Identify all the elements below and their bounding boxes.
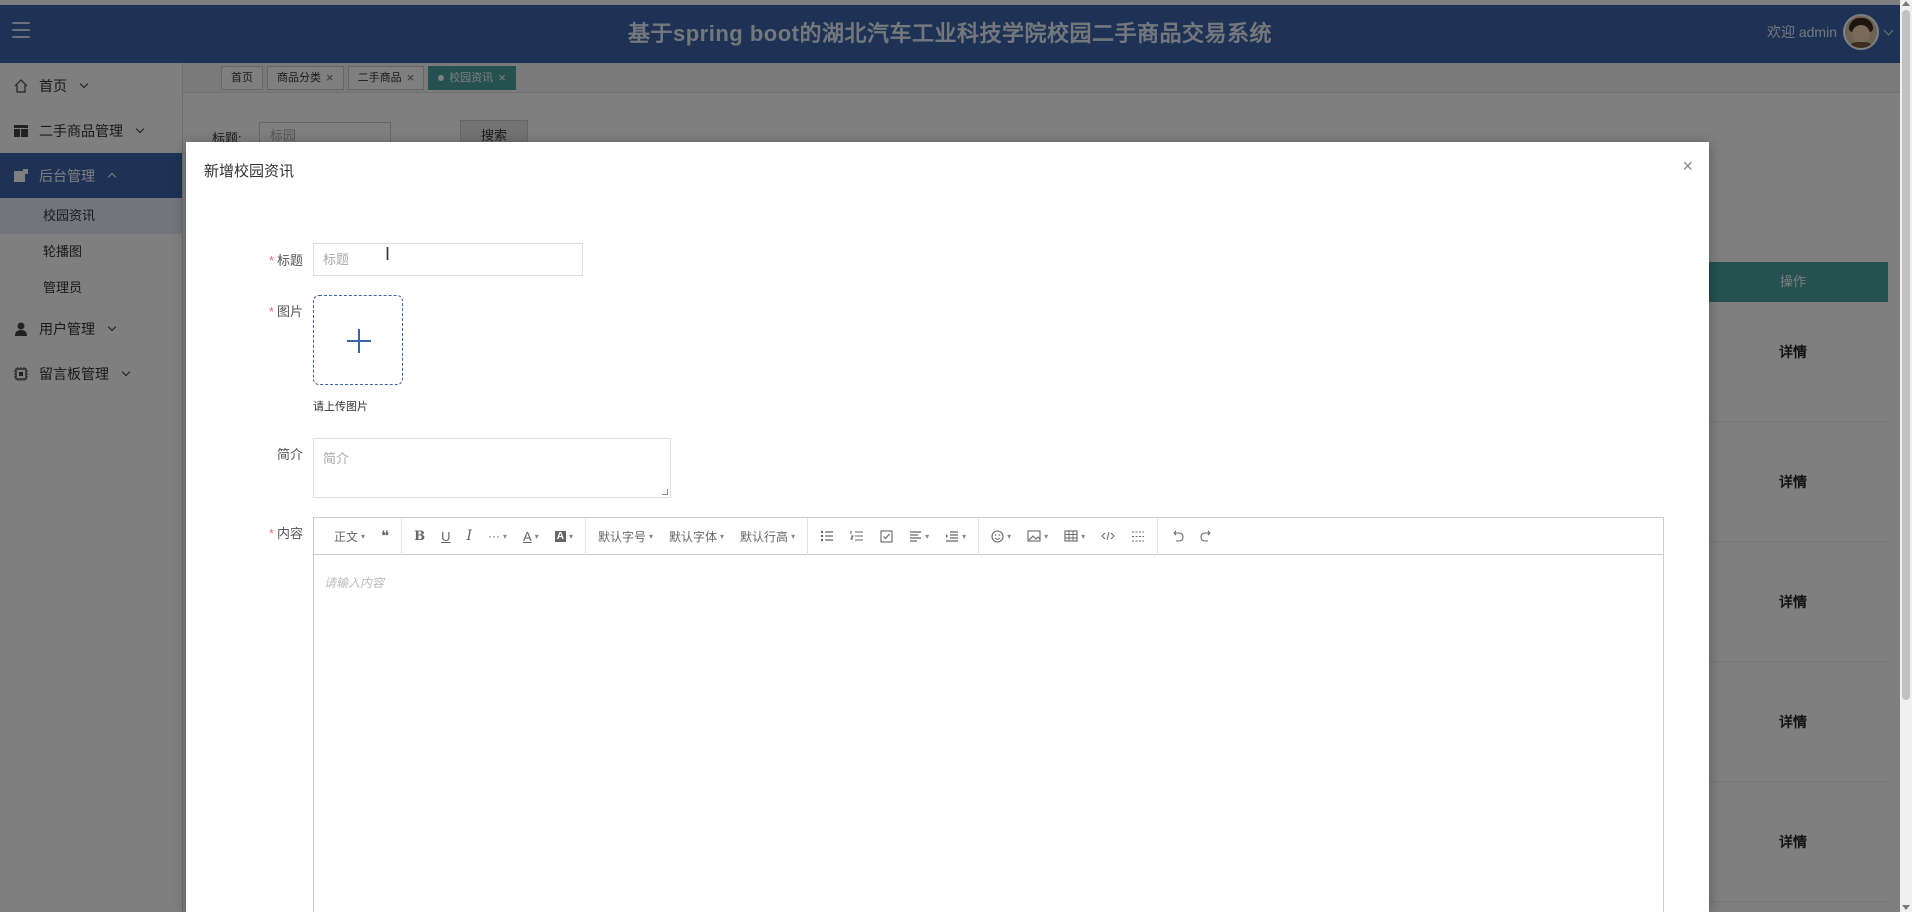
add-news-dialog: 新增校园资讯 × * 标题 标题 I * 图片 请上传图片 简介 简介 * 内容 正文… xyxy=(186,142,1709,912)
table-icon xyxy=(1064,530,1078,542)
title-input[interactable]: 标题 xyxy=(313,243,583,276)
indent-button[interactable]: ▾ xyxy=(937,518,974,555)
font-color-icon: A xyxy=(523,528,532,544)
required-mark: * xyxy=(268,526,274,541)
content-label: * 内容 xyxy=(203,523,303,542)
numbered-list-button[interactable] xyxy=(842,518,872,555)
title-label: * 标题 xyxy=(203,250,303,269)
label-text: 图片 xyxy=(276,304,303,319)
required-mark: * xyxy=(268,304,274,319)
textarea-placeholder: 简介 xyxy=(323,451,350,466)
redo-button[interactable] xyxy=(1192,518,1222,555)
align-button[interactable]: ▾ xyxy=(901,518,937,555)
quote-button[interactable]: ❝ xyxy=(373,518,397,555)
quote-icon: ❝ xyxy=(381,528,390,545)
divider-icon xyxy=(1132,531,1145,541)
plus-icon xyxy=(358,329,360,353)
italic-button[interactable]: I xyxy=(459,518,481,555)
rich-text-editor: 正文 ▾ ❝ B U I ··· ▾ A ▾ A ▾ 默认字号 ▾ 默认字体 ▾ 默认行高 ▾… xyxy=(313,517,1664,912)
font-size-select[interactable]: 默认字号 ▾ xyxy=(590,518,661,555)
indent-icon xyxy=(946,530,959,542)
text-cursor-icon: I xyxy=(385,244,391,264)
font-family-select[interactable]: 默认字体 ▾ xyxy=(661,518,732,555)
label-text: 简介 xyxy=(276,447,303,462)
toolbar-label: 默认字体 xyxy=(669,529,718,544)
description-textarea[interactable]: 简介 xyxy=(313,438,671,498)
desc-label: 简介 xyxy=(203,444,303,463)
label-text: 内容 xyxy=(276,526,303,541)
upload-hint: 请上传图片 xyxy=(313,401,368,413)
close-icon[interactable]: × xyxy=(1682,156,1693,177)
redo-icon xyxy=(1200,530,1211,542)
page-scrollbar[interactable] xyxy=(1900,0,1912,912)
scroll-up-arrow-icon[interactable] xyxy=(1902,1,1910,6)
bg-color-icon: A xyxy=(554,530,566,542)
bg-color-button[interactable]: A ▾ xyxy=(547,518,581,555)
image-icon xyxy=(1027,530,1041,542)
italic-icon: I xyxy=(466,528,473,544)
line-height-select[interactable]: 默认行高 ▾ xyxy=(732,518,803,555)
checkbox-icon xyxy=(880,529,893,543)
underline-icon: U xyxy=(441,528,451,544)
emoji-button[interactable]: ▾ xyxy=(983,518,1019,555)
scrollbar-thumb[interactable] xyxy=(1902,10,1910,700)
code-button[interactable] xyxy=(1093,518,1123,555)
undo-button[interactable] xyxy=(1162,518,1192,555)
bold-button[interactable]: B xyxy=(406,518,433,555)
emoji-icon xyxy=(991,529,1004,543)
align-left-icon xyxy=(910,530,922,542)
bold-icon: B xyxy=(414,528,426,544)
paragraph-select[interactable]: 正文 ▾ xyxy=(326,518,373,555)
resize-handle-icon[interactable] xyxy=(662,489,668,495)
table-button[interactable]: ▾ xyxy=(1056,518,1093,555)
required-mark: * xyxy=(268,253,274,268)
font-color-button[interactable]: A ▾ xyxy=(515,518,547,555)
scroll-down-arrow-icon[interactable] xyxy=(1902,905,1910,910)
divider-button[interactable] xyxy=(1123,518,1153,555)
image-upload-button[interactable] xyxy=(313,295,403,385)
bullet-list-icon xyxy=(820,530,834,542)
image-button[interactable]: ▾ xyxy=(1019,518,1056,555)
numbered-list-icon xyxy=(850,531,864,541)
image-label: * 图片 xyxy=(203,301,303,320)
code-icon xyxy=(1101,531,1115,541)
underline-button[interactable]: U xyxy=(433,518,458,555)
label-text: 标题 xyxy=(276,253,303,268)
dialog-title: 新增校园资讯 xyxy=(204,163,295,180)
toolbar-label: 正文 xyxy=(334,529,359,544)
todo-button[interactable] xyxy=(872,518,901,555)
more-icon: ··· xyxy=(488,529,501,543)
undo-icon xyxy=(1173,530,1184,542)
toolbar-label: 默认字号 xyxy=(597,529,646,544)
toolbar-label: 默认行高 xyxy=(740,529,789,544)
bullet-list-button[interactable] xyxy=(812,518,842,555)
more-format-button[interactable]: ··· ▾ xyxy=(480,518,515,555)
editor-toolbar: 正文 ▾ ❝ B U I ··· ▾ A ▾ A ▾ 默认字号 ▾ 默认字体 ▾ 默认行高 ▾… xyxy=(314,517,1663,555)
editor-placeholder[interactable]: 请输入内容 xyxy=(324,574,384,591)
